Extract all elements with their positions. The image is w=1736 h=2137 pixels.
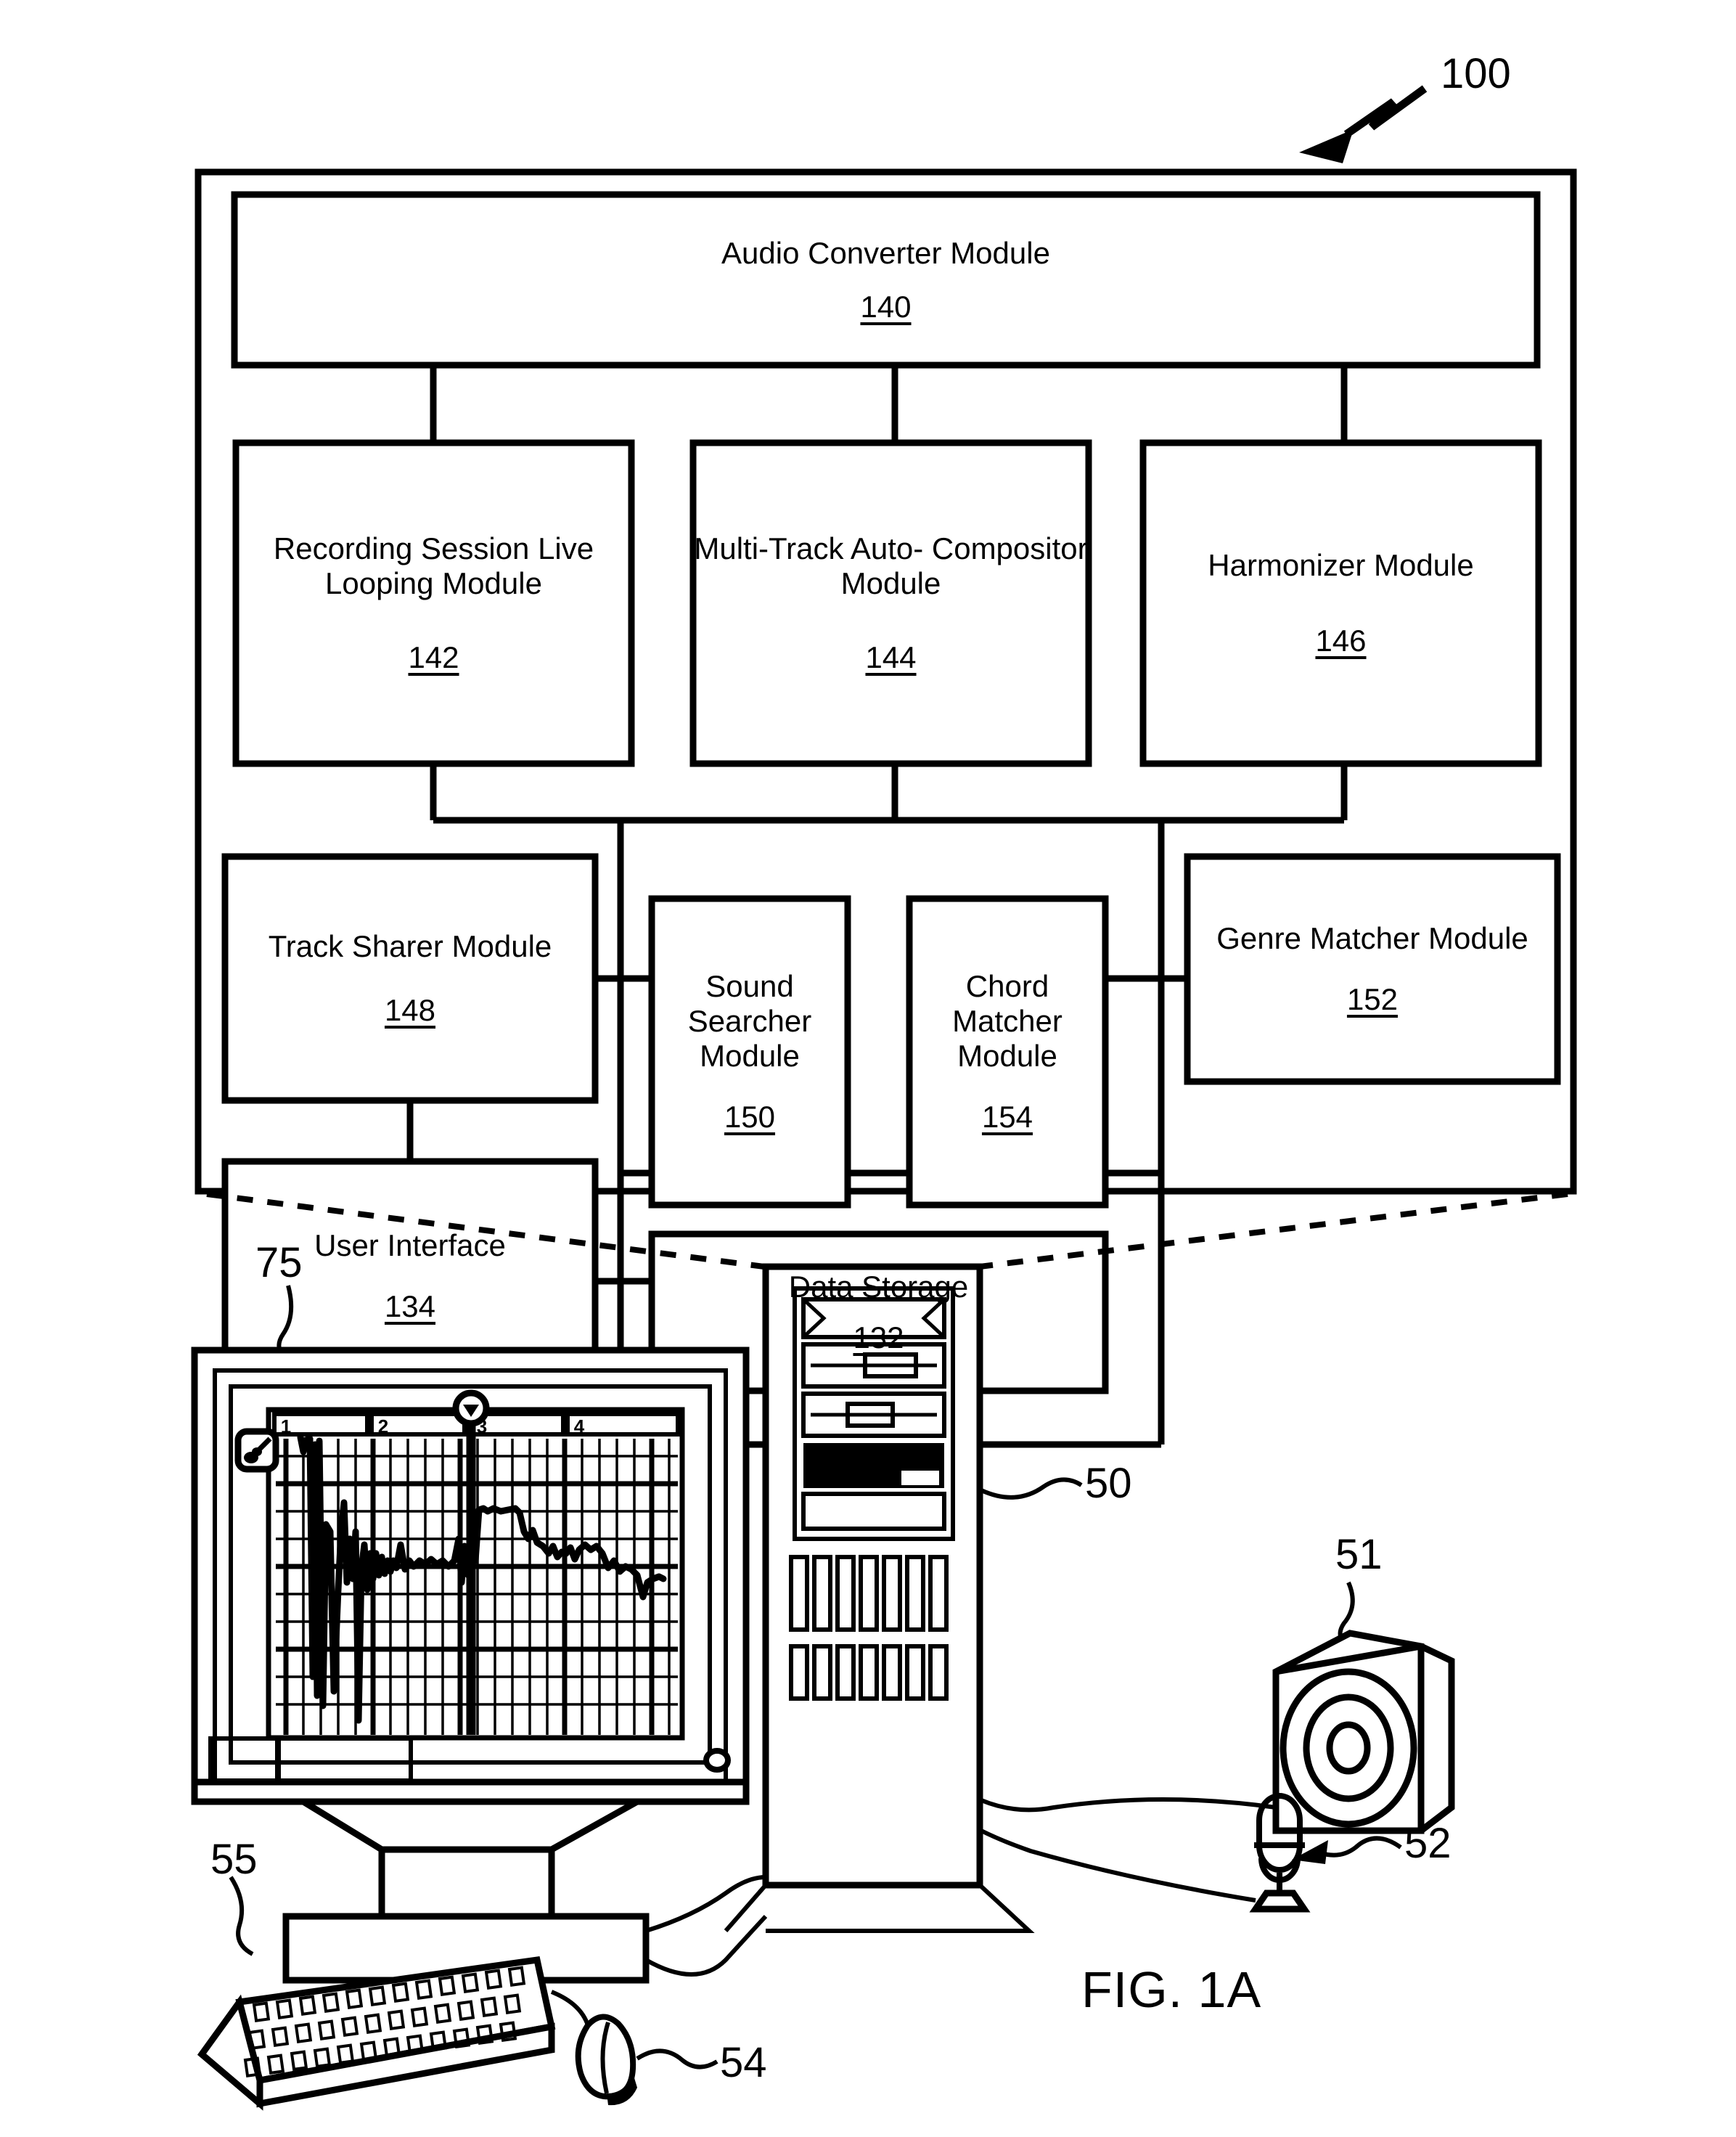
mouse-group [550, 1990, 718, 2106]
module-ref: 140 [860, 289, 912, 324]
module-name: Audio Converter Module [721, 235, 1050, 270]
label-recording-session: Recording Session Live Looping Module 14… [236, 443, 631, 764]
label-user-interface: User Interface 134 [225, 1161, 595, 1391]
speaker-group [1272, 1581, 1455, 1834]
module-ref: 144 [865, 640, 917, 674]
module-ref: 142 [408, 640, 459, 674]
module-ref: 152 [1346, 982, 1399, 1016]
module-name: Track Sharer Module [268, 929, 552, 963]
label-chord-matcher: Chord Matcher Module 154 [909, 899, 1105, 1205]
guitar-icon [234, 1428, 279, 1473]
label-audio-converter: Audio Converter Module 140 [234, 195, 1537, 365]
label-track-sharer: Track Sharer Module 148 [225, 857, 595, 1100]
module-name: Genre Matcher Module [1216, 921, 1528, 955]
module-name: Chord Matcher Module [952, 969, 1063, 1073]
module-name: Multi-Track Auto- Compositor Module [694, 531, 1088, 600]
module-ref: 150 [724, 1100, 776, 1134]
label-sound-searcher: Sound Searcher Module 150 [652, 899, 848, 1205]
label-multi-track: Multi-Track Auto- Compositor Module 144 [693, 443, 1089, 764]
module-name: Harmonizer Module [1208, 548, 1474, 582]
keyboard-group [197, 1876, 556, 2111]
module-name: Recording Session Live Looping Module [273, 531, 594, 600]
figure-canvas: .bx{fill:#fff;stroke:#000;stroke-width:9… [0, 0, 1736, 2137]
label-harmonizer: Harmonizer Module 146 [1143, 443, 1539, 764]
module-name: Sound Searcher Module [687, 969, 812, 1073]
module-ref: 154 [981, 1100, 1033, 1134]
drive-bay-4 [803, 1443, 944, 1488]
label-genre-matcher: Genre Matcher Module 152 [1187, 857, 1557, 1082]
label-data-storage: Data Storage 132 [652, 1234, 1105, 1391]
system-ref-arrow [1299, 85, 1428, 163]
module-ref: 134 [384, 1289, 436, 1323]
module-ref: 148 [384, 993, 436, 1027]
module-name: User Interface [314, 1228, 506, 1262]
module-ref: 146 [1315, 624, 1367, 658]
module-ref: 132 [853, 1320, 904, 1354]
module-name: Data Storage [788, 1270, 969, 1304]
